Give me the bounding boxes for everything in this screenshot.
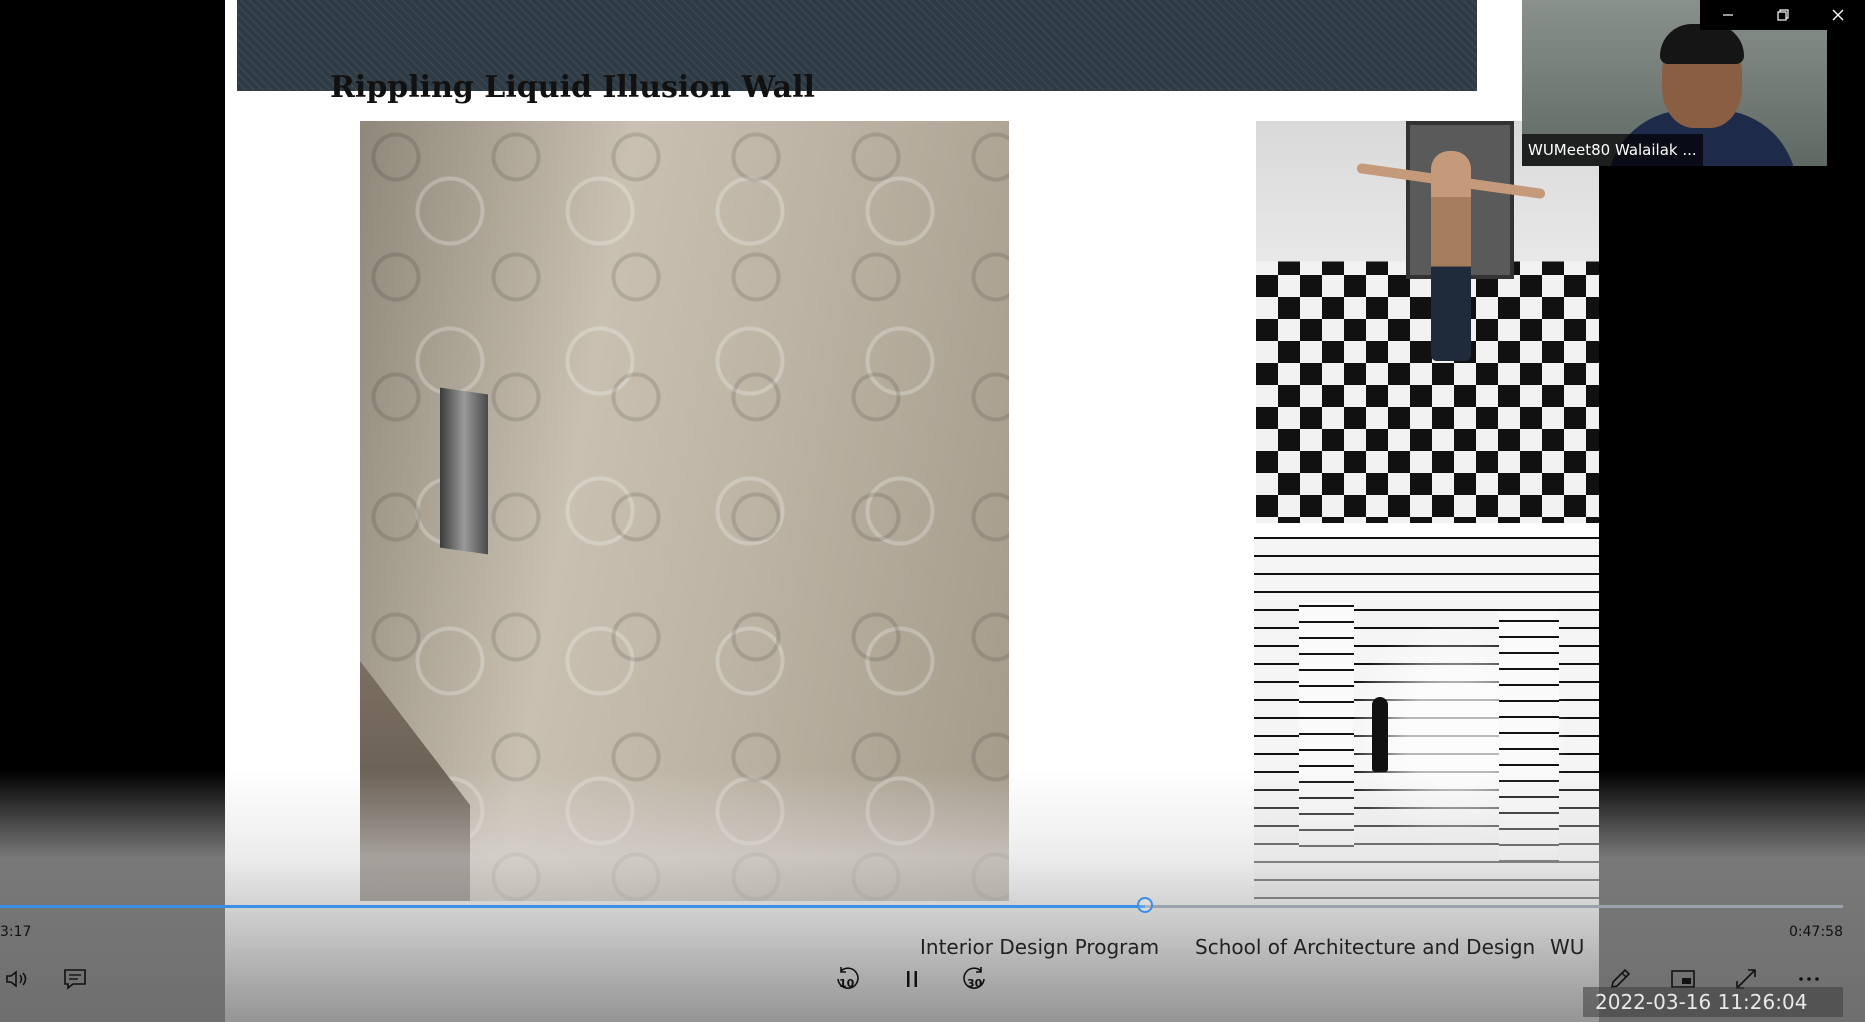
- forward-30-button[interactable]: 30: [958, 962, 992, 996]
- minimize-button[interactable]: [1700, 0, 1755, 30]
- captions-button[interactable]: [58, 962, 92, 996]
- rewind-10-button[interactable]: 10: [830, 962, 864, 996]
- wall-plaque: [440, 387, 488, 555]
- captions-icon: [64, 969, 86, 990]
- rewind-10-label: 10: [839, 977, 855, 990]
- seek-handle[interactable]: [1137, 897, 1153, 913]
- volume-icon: [6, 970, 27, 988]
- seek-progress: [0, 905, 1145, 908]
- total-time: 0:47:58: [1789, 924, 1843, 940]
- pause-button[interactable]: [895, 962, 929, 996]
- footer-school: School of Architecture and Design: [1195, 935, 1536, 959]
- restore-button[interactable]: [1755, 0, 1810, 30]
- recording-timestamp: 2022-03-16 11:26:04: [1583, 987, 1843, 1017]
- window-controls: [1700, 0, 1865, 30]
- slide-title: Rippling Liquid Illusion Wall: [330, 70, 815, 105]
- controls-overlay: [0, 770, 1865, 1022]
- checker-floor-photo: [1256, 121, 1599, 523]
- close-button[interactable]: [1810, 0, 1865, 30]
- close-icon: [1832, 9, 1843, 21]
- elapsed-time: 3:17: [0, 924, 32, 940]
- person-figure: [1431, 151, 1471, 361]
- restore-icon: [1776, 9, 1789, 21]
- participant-hair: [1660, 24, 1744, 64]
- participant-name: WUMeet80 Walailak ...: [1522, 134, 1703, 166]
- walking-figure: [1372, 697, 1388, 772]
- forward-30-label: 30: [967, 977, 983, 990]
- volume-button[interactable]: [0, 962, 34, 996]
- footer-org: WU: [1550, 935, 1585, 959]
- pause-icon: [907, 971, 917, 987]
- footer-program: Interior Design Program: [920, 935, 1160, 959]
- minimize-icon: [1722, 14, 1733, 16]
